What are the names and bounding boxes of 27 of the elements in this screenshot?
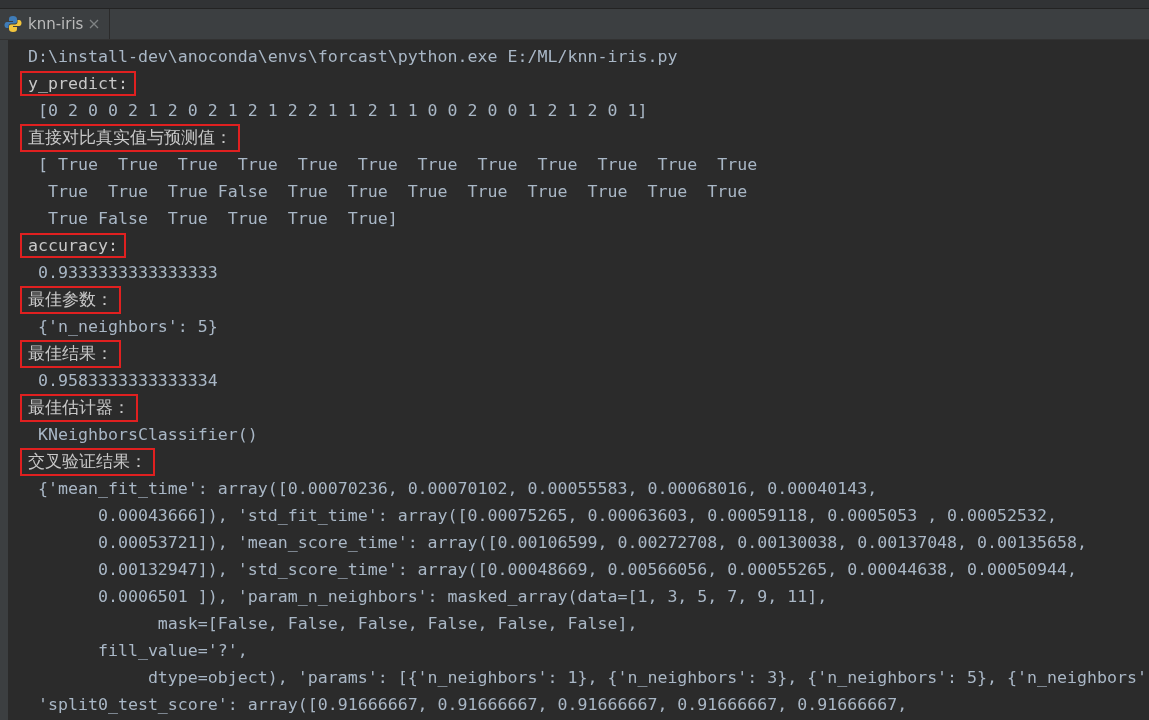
console-line: D:\install-dev\anoconda\envs\forcast\python.exe E:/ML/knn-iris.py	[28, 47, 678, 66]
console-line: mask=[False, False, False, False, False, False],	[156, 614, 638, 633]
console-line: KNeighborsClassifier()	[37, 425, 258, 444]
console-line: [0 2 0 0 2 1 2 0 2 1 2 1 2 2 1 1 2 1 1 0 0 2 0 0 1 2 1 2 0 1]	[37, 101, 648, 120]
console-line: 0.00132947]), 'std_score_time': array([0.00048669, 0.00566056, 0.00055265, 0.00044638, 0.00050944,	[96, 560, 1077, 579]
highlighted-label: 最佳参数：	[20, 285, 121, 314]
console-line: dtype=object), 'params': [{'n_neighbors': 1}, {'n_neighbors': 3}, {'n_neighbors': 5}, {'n_neighbors'	[146, 668, 1147, 687]
highlighted-label: 最佳估计器：	[20, 393, 138, 422]
highlighted-label: 直接对比真实值与预测值：	[20, 123, 240, 152]
console-line: 0.00043666]), 'std_fit_time': array([0.00075265, 0.00063603, 0.00059118, 0.0005053 , 0.00052532,	[96, 506, 1057, 525]
console-line: True True True False True True True True True True True True	[46, 182, 748, 201]
highlighted-label: 最佳结果：	[20, 339, 121, 368]
console-line: 0.9333333333333333	[37, 263, 218, 282]
console-line: {'mean_fit_time': array([0.00070236, 0.00070102, 0.00055583, 0.00068016, 0.00040143,	[37, 479, 878, 498]
console-line: {'n_neighbors': 5}	[37, 317, 218, 336]
console-line: [ True True True True True True True True True True True True	[37, 155, 758, 174]
close-icon[interactable]	[89, 19, 100, 29]
console-line: fill_value='?',	[96, 641, 248, 660]
console-line: 0.9583333333333334	[37, 371, 218, 390]
console-line: 'split0_test_score': array([0.91666667, 0.91666667, 0.91666667, 0.91666667, 0.91666667,	[37, 695, 908, 714]
highlighted-label: accuracy:	[20, 233, 126, 258]
highlighted-label: 交叉验证结果：	[20, 447, 155, 476]
console-line: 0.00053721]), 'mean_score_time': array([0.00106599, 0.00272708, 0.00130038, 0.00137048, 0.00135658,	[96, 533, 1087, 552]
python-icon	[4, 15, 22, 33]
console-line: True False True True True True]	[46, 209, 398, 228]
console-line: 0.0006501 ]), 'param_n_neighbors': masked_array(data=[1, 3, 5, 7, 9, 11],	[96, 587, 828, 606]
highlighted-label: y_predict:	[20, 71, 136, 96]
